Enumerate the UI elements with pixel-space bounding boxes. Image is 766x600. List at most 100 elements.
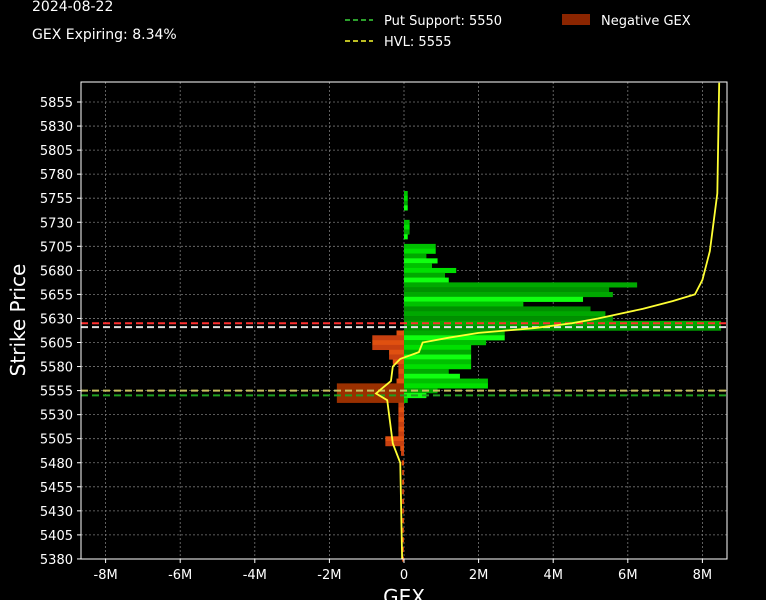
positive-gex-bar	[404, 296, 584, 302]
y-tick-label: 5805	[40, 144, 73, 159]
y-tick-label: 5755	[40, 192, 73, 207]
x-tick-label: -6M	[168, 568, 192, 583]
negative-gex-bar	[402, 479, 404, 485]
positive-gex-bar	[404, 195, 408, 201]
negative-gex-bar	[389, 349, 404, 355]
positive-gex-bar	[404, 248, 436, 254]
positive-gex-bar	[404, 287, 610, 293]
y-tick-label: 5555	[40, 385, 73, 400]
gex-chart: 2024-08-22 GEX Expiring: 8.34% Call Resi…	[6, 0, 728, 600]
negative-gex-bar	[402, 489, 404, 495]
x-tick-label: 4M	[543, 568, 563, 583]
legend-label: HVL: 5555	[384, 35, 452, 50]
x-tick-label: 6M	[618, 568, 638, 583]
negative-gex-bar	[336, 383, 404, 389]
y-tick-label: 5730	[40, 216, 73, 231]
y-tick-label: 5405	[40, 529, 73, 544]
positive-gex-bar	[404, 243, 436, 250]
positive-gex-bar	[404, 282, 638, 288]
positive-gex-bar	[404, 359, 472, 365]
negative-gex-bar	[372, 335, 404, 341]
legend-label: Positive GEX	[601, 0, 683, 4]
x-tick-label: -4M	[243, 568, 267, 583]
positive-gex-bar	[404, 234, 408, 240]
y-tick-label: 5505	[40, 433, 73, 448]
positive-gex-bar	[404, 354, 472, 360]
positive-gex-bar	[404, 344, 472, 351]
y-tick-label: 5605	[40, 337, 73, 352]
legend-label: Negative GEX	[601, 14, 691, 29]
negative-gex-bar	[402, 469, 404, 476]
negative-gex-bar	[372, 340, 404, 346]
negative-gex-bar	[398, 426, 404, 432]
negative-gex-bar	[402, 508, 404, 514]
y-tick-label: 5855	[40, 96, 73, 111]
y-tick-label: 5780	[40, 168, 73, 183]
positive-gex-bar	[404, 272, 446, 278]
positive-gex-bar	[404, 316, 613, 322]
positive-gex-bar	[404, 373, 460, 379]
positive-gex-bar	[404, 263, 432, 269]
positive-gex-bar	[404, 306, 591, 312]
positive-gex-bar	[404, 277, 449, 283]
x-tick-label: -2M	[317, 568, 341, 583]
positive-gex-bar	[404, 219, 410, 225]
gex-expiring: GEX Expiring: 8.34%	[32, 27, 177, 43]
y-tick-label: 5680	[40, 264, 73, 279]
positive-gex-bar	[404, 378, 488, 384]
x-tick-label: 0	[400, 568, 408, 583]
positive-gex-bar	[404, 311, 606, 317]
positive-gex-bar	[404, 301, 524, 307]
legend-label: Call Resistance: 5625	[384, 0, 524, 4]
y-tick-label: 5630	[40, 312, 73, 327]
y-tick-label: 5380	[40, 553, 73, 568]
negative-gex-bar	[402, 498, 404, 504]
negative-gex-bar	[398, 407, 404, 413]
positive-gex-bar	[404, 229, 410, 235]
negative-gex-bar	[398, 412, 404, 418]
negative-gex-bar	[372, 344, 404, 351]
negative-gex-bar	[398, 364, 404, 370]
x-axis-label: GEX	[383, 585, 425, 600]
negative-gex-bar	[398, 402, 404, 408]
y-tick-label: 5480	[40, 457, 73, 472]
positive-gex-bar	[404, 200, 408, 206]
legend-label: Put Support: 5550	[384, 14, 502, 29]
negative-gex-bar	[398, 421, 404, 427]
y-tick-label: 5530	[40, 409, 73, 424]
negative-gex-bar	[398, 368, 404, 375]
y-tick-label: 5430	[40, 505, 73, 520]
positive-gex-bar	[404, 368, 449, 375]
positive-gex-bar	[404, 205, 408, 211]
negative-gex-bar	[402, 518, 404, 524]
y-tick-label: 5830	[40, 120, 73, 135]
negative-gex-bar	[336, 397, 404, 403]
x-tick-label: 8M	[693, 568, 713, 583]
y-tick-label: 5655	[40, 288, 73, 303]
legend-swatch	[562, 14, 590, 25]
positive-gex-bar	[404, 253, 427, 259]
y-axis-label: Strike Price	[6, 264, 30, 377]
legend: Call Resistance: 5625 Put Support: 5550 HV…	[345, 0, 691, 50]
chart-date: 2024-08-22	[32, 0, 113, 15]
positive-gex-bar	[404, 325, 722, 331]
positive-gex-bar	[404, 291, 613, 298]
negative-gex-bar	[385, 441, 404, 447]
positive-gex-bar	[404, 190, 408, 197]
positive-gex-bar	[404, 340, 487, 346]
y-tick-label: 5705	[40, 240, 73, 255]
positive-gex-bar	[404, 397, 408, 403]
negative-gex-bar	[401, 450, 404, 456]
positive-gex-bar	[404, 388, 438, 394]
positive-gex-bar	[404, 258, 438, 264]
x-tick-label: 2M	[469, 568, 489, 583]
y-tick-label: 5455	[40, 481, 73, 496]
negative-gex-bar	[396, 330, 404, 336]
negative-gex-bar	[398, 417, 404, 423]
negative-gex-bar	[396, 378, 404, 384]
negative-gex-bar	[385, 436, 404, 442]
positive-gex-bar	[404, 267, 457, 274]
negative-gex-bar	[398, 431, 404, 437]
y-tick-label: 5580	[40, 361, 73, 376]
negative-gex-bar	[400, 445, 404, 452]
